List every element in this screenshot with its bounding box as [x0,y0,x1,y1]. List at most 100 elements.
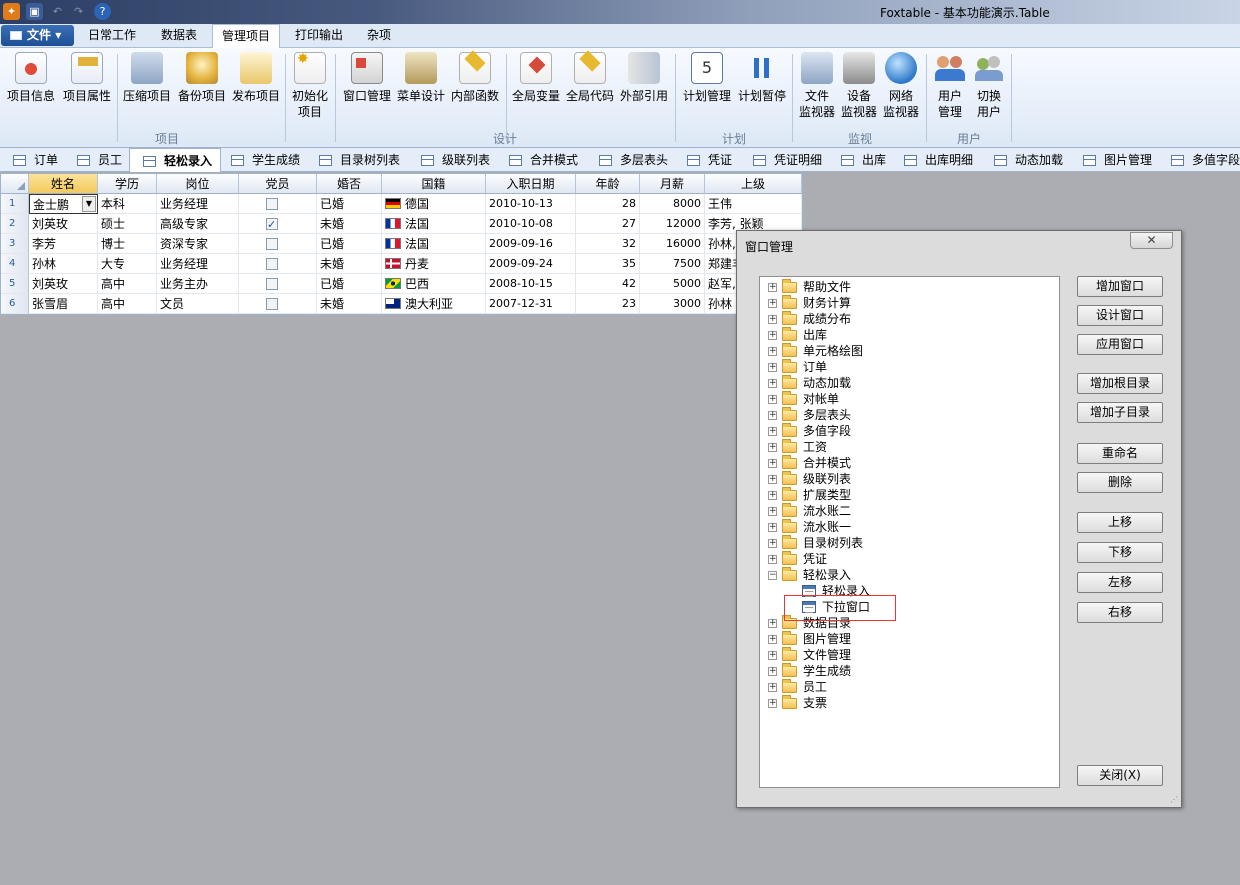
table-tab-cascade[interactable]: 级联列表 [408,148,498,172]
cell-age[interactable]: 42 [576,274,640,294]
cell-edu[interactable]: 硕士 [98,214,157,234]
ribbon-btn-backup[interactable]: 备份项目 [175,52,229,104]
expand-icon[interactable]: + [768,683,777,692]
table-tab-multivalue[interactable]: 多值字段 [1158,148,1240,172]
ribbon-btn-project-info[interactable]: 项目信息 [3,52,59,104]
menu-tab-datatable[interactable]: 数据表 [148,24,210,48]
cell-date[interactable]: 2009-09-24 [486,254,576,274]
party-checkbox[interactable] [266,198,278,210]
cell-post[interactable]: 业务经理 [157,254,239,274]
menu-tab-manage[interactable]: 管理项目 [212,24,280,48]
design-window-button[interactable]: 设计窗口 [1077,305,1163,326]
table-tab-voucher[interactable]: 凭证 [674,148,740,172]
cell-nation[interactable]: 法国 [382,234,486,254]
cell-party[interactable] [239,214,317,234]
expand-icon[interactable]: + [768,411,777,420]
apply-window-button[interactable]: 应用窗口 [1077,334,1163,355]
cell-post[interactable]: 资深专家 [157,234,239,254]
table-tab-dynamic-load[interactable]: 动态加载 [981,148,1071,172]
cell-married[interactable]: 未婚 [317,294,382,314]
dropdown-arrow-icon[interactable]: ▼ [82,196,96,212]
menu-tab-daily[interactable]: 日常工作 [78,24,146,48]
expand-icon[interactable]: + [768,619,777,628]
cell-date[interactable]: 2007-12-31 [486,294,576,314]
rename-button[interactable]: 重命名 [1077,443,1163,464]
ribbon-btn-switch-user[interactable]: 切换 用户 [970,52,1008,120]
cell-party[interactable] [239,294,317,314]
col-header-edu[interactable]: 学历 [98,174,157,194]
ribbon-btn-user-manage[interactable]: 用户 管理 [930,52,970,120]
table-tab-merge[interactable]: 合并模式 [496,148,586,172]
ribbon-btn-global-vars[interactable]: 全局变量 [509,52,563,104]
expand-icon[interactable]: + [768,427,777,436]
col-header-salary[interactable]: 月薪 [640,174,705,194]
add-child-button[interactable]: 增加子目录 [1077,402,1163,423]
redo-icon[interactable]: ↷ [70,3,87,20]
move-up-button[interactable]: 上移 [1077,512,1163,533]
col-header-party[interactable]: 党员 [239,174,317,194]
cell-date[interactable]: 2009-09-16 [486,234,576,254]
expand-icon[interactable]: + [768,379,777,388]
cell-salary[interactable]: 3000 [640,294,705,314]
party-checkbox[interactable] [266,278,278,290]
col-header-date[interactable]: 入职日期 [486,174,576,194]
dialog-close-icon[interactable]: ✕ [1130,232,1173,249]
ribbon-btn-project-props[interactable]: 项目属性 [59,52,115,104]
expand-icon[interactable]: + [768,347,777,356]
move-down-button[interactable]: 下移 [1077,542,1163,563]
cell-age[interactable]: 27 [576,214,640,234]
row-number[interactable]: 1 [1,194,29,214]
cell-edu[interactable]: 大专 [98,254,157,274]
expand-icon[interactable]: + [768,699,777,708]
collapse-icon[interactable]: − [768,571,777,580]
cell-name[interactable]: 刘英玫 [29,274,98,294]
cell-edu[interactable]: 博士 [98,234,157,254]
table-tab-employees[interactable]: 员工 [64,148,128,172]
cell-nation[interactable]: 澳大利亚 [382,294,486,314]
expand-icon[interactable]: + [768,539,777,548]
expand-icon[interactable]: + [768,395,777,404]
expand-icon[interactable]: + [768,283,777,292]
cell-post[interactable]: 业务主办 [157,274,239,294]
cell-age[interactable]: 32 [576,234,640,254]
cell-nation[interactable]: 德国 [382,194,486,214]
row-number[interactable]: 2 [1,214,29,234]
ribbon-btn-plan-pause[interactable]: 计划暂停 [735,52,789,104]
cell-boss[interactable]: 王伟 [705,194,802,214]
cell-post[interactable]: 高级专家 [157,214,239,234]
expand-icon[interactable]: + [768,331,777,340]
party-checkbox[interactable] [266,238,278,250]
ribbon-btn-external-ref[interactable]: 外部引用 [617,52,671,104]
move-left-button[interactable]: 左移 [1077,572,1163,593]
cell-nation[interactable]: 丹麦 [382,254,486,274]
expand-icon[interactable]: + [768,651,777,660]
ribbon-btn-global-code[interactable]: 全局代码 [563,50,617,104]
row-number[interactable]: 3 [1,234,29,254]
cell-party[interactable] [239,274,317,294]
row-number[interactable]: 6 [1,294,29,314]
cell-name[interactable]: 刘英玫 [29,214,98,234]
col-header-nation[interactable]: 国籍 [382,174,486,194]
col-header-age[interactable]: 年龄 [576,174,640,194]
expand-icon[interactable]: + [768,491,777,500]
row-number[interactable]: 5 [1,274,29,294]
cell-party[interactable] [239,194,317,214]
grid-corner[interactable] [1,174,29,194]
move-right-button[interactable]: 右移 [1077,602,1163,623]
expand-icon[interactable]: + [768,523,777,532]
party-checkbox[interactable] [266,215,278,233]
cell-nation[interactable]: 法国 [382,214,486,234]
expand-icon[interactable]: + [768,555,777,564]
row-number[interactable]: 4 [1,254,29,274]
ribbon-btn-compress[interactable]: 压缩项目 [120,52,174,104]
col-header-post[interactable]: 岗位 [157,174,239,194]
expand-icon[interactable]: + [768,635,777,644]
cell-party[interactable] [239,234,317,254]
table-tab-voucher-detail[interactable]: 凭证明细 [740,148,830,172]
table-tab-images[interactable]: 图片管理 [1070,148,1160,172]
cell-age[interactable]: 35 [576,254,640,274]
add-root-button[interactable]: 增加根目录 [1077,373,1163,394]
table-row[interactable]: 6 张雪眉 高中 文员 未婚 澳大利亚 2007-12-31 23 3000 孙… [1,294,802,314]
col-header-boss[interactable]: 上级 [705,174,802,194]
undo-icon[interactable]: ↶ [49,3,66,20]
